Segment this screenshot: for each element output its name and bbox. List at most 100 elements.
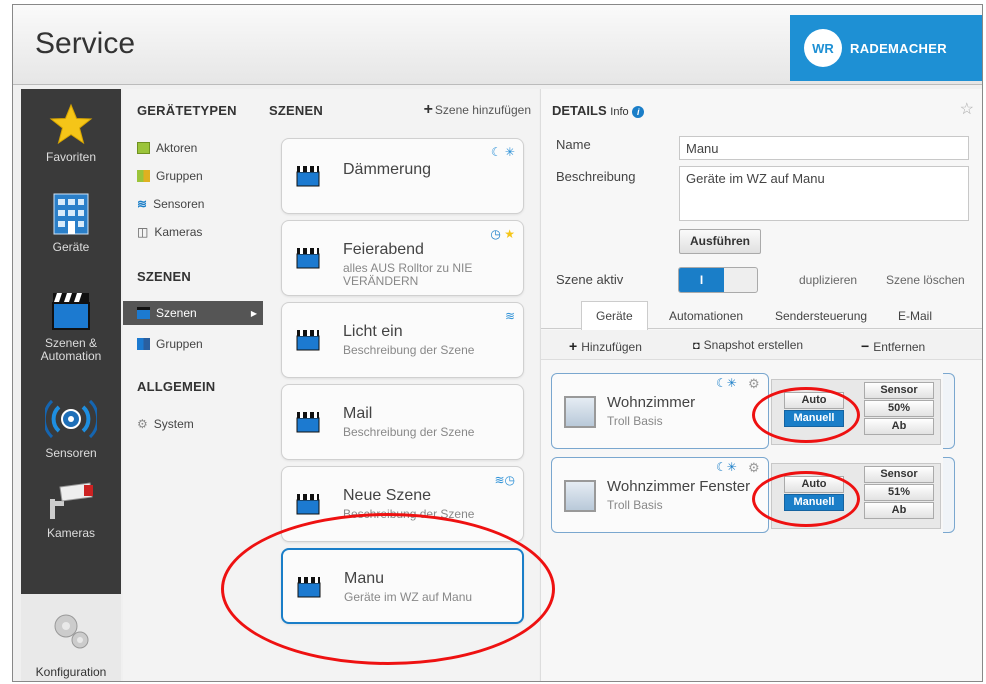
camera-small-icon: ◘ (693, 340, 700, 352)
clapperboard-icon (296, 330, 320, 351)
position-value[interactable]: 51% (864, 484, 934, 501)
add-device-button[interactable]: + Hinzufügen (569, 338, 642, 354)
device-toolbar: + Hinzufügen ◘ Snapshot erstellen − Entfern… (541, 330, 982, 360)
scene-desc: Beschreibung der Szene (343, 425, 475, 439)
sidebar-label: Automation (40, 349, 102, 363)
device-name: Wohnzimmer (607, 394, 696, 411)
info-icon[interactable]: i (632, 106, 645, 118)
desc-label: Beschreibung (556, 169, 636, 184)
direction-button[interactable]: Ab (864, 418, 934, 435)
add-scene-label: Szene hinzufügen (434, 103, 531, 117)
device-card[interactable]: ☾✳ ⚙ Wohnzimmer Fenster Troll Basis (551, 457, 769, 533)
direction-button[interactable]: Ab (864, 502, 934, 519)
delete-scene-link[interactable]: Szene löschen (886, 273, 965, 287)
scene-card[interactable]: ☾ ✳ Dämmerung (281, 138, 524, 214)
clapperboard-icon (52, 293, 90, 330)
tab-automationen[interactable]: Automationen (669, 309, 743, 323)
snapshot-button[interactable]: ◘ Snapshot erstellen (693, 338, 803, 352)
details-title: DETAILS Info i (552, 103, 645, 118)
type-item-sensoren[interactable]: ≋ Sensoren (137, 197, 204, 211)
sidebar-label: Konfiguration (35, 665, 107, 679)
device-name: Wohnzimmer Fenster (607, 478, 751, 495)
gear-icon[interactable]: ⚙ (748, 376, 760, 392)
device-type: Troll Basis (607, 414, 663, 428)
gruppen-icon (137, 170, 150, 182)
type-label: Szenen (156, 306, 197, 320)
scene-card[interactable]: ≋ Licht ein Beschreibung der Szene (281, 302, 524, 378)
clapperboard-icon (296, 412, 320, 433)
logo-mark-icon: WR (804, 29, 842, 67)
minus-icon: − (861, 338, 870, 354)
toggle-on: I (679, 268, 724, 292)
camera-icon (50, 482, 93, 519)
scene-card[interactable]: Mail Beschreibung der Szene (281, 384, 524, 460)
details-panel: DETAILS Info i ☆ Name Manu Beschreibung … (540, 89, 982, 681)
favorite-star-icon[interactable]: ☆ (960, 99, 974, 119)
type-item-system[interactable]: ⚙ System (137, 417, 194, 431)
main-sidebar: Favoriten Geräte Szenen & Automation Sen… (21, 89, 121, 594)
type-item-szenen-gruppen[interactable]: Gruppen (137, 337, 203, 351)
info-label[interactable]: Info (610, 106, 628, 118)
clock-star-icon: ◷ ★ (490, 227, 515, 241)
moon-sun-icon: ☾✳ (716, 460, 737, 474)
shutter-icon (564, 396, 596, 428)
scene-title: Mail (343, 405, 373, 422)
clapperboard-icon (296, 494, 320, 515)
plus-icon: + (569, 338, 578, 354)
name-field[interactable]: Manu (679, 136, 969, 160)
type-item-szenen[interactable]: Szenen ▶ (123, 301, 263, 325)
sidebar-item-konfiguration[interactable]: Konfiguration (21, 594, 121, 681)
sidebar-item-szenen-automation[interactable]: Szenen & Automation (21, 289, 121, 363)
active-label: Szene aktiv (556, 272, 624, 287)
type-label: Sensoren (153, 197, 205, 211)
tab-email[interactable]: E-Mail (898, 309, 932, 323)
duplicate-link[interactable]: duplizieren (799, 273, 857, 287)
add-scene-button[interactable]: + Szene hinzufügen (424, 101, 531, 119)
sidebar-label: Kameras (46, 526, 96, 540)
sidebar-item-favoriten[interactable]: Favoriten (21, 103, 121, 164)
remove-device-button[interactable]: − Entfernen (861, 338, 925, 354)
app-window: Service WR RADEMACHER Favoriten Geräte S… (12, 4, 983, 682)
brand-logo: WR RADEMACHER (790, 15, 982, 81)
window-icon (564, 480, 596, 512)
camera-small-icon: ◫ (137, 225, 149, 239)
scene-desc: alles AUS Rolltor zu NIE VERÄNDERN (343, 261, 473, 288)
section-head: ALLGEMEIN (137, 379, 216, 394)
scene-title: Licht ein (343, 323, 403, 340)
plus-icon: + (423, 101, 433, 118)
sidebar-item-geraete[interactable]: Geräte (21, 193, 121, 254)
section-head: SZENEN (269, 103, 323, 118)
logo-text: RADEMACHER (850, 40, 947, 56)
gear-icon[interactable]: ⚙ (748, 460, 760, 476)
sensor-button[interactable]: Sensor (864, 466, 934, 483)
type-item-gruppen[interactable]: Gruppen (137, 169, 203, 183)
section-head: GERÄTETYPEN (137, 103, 237, 118)
scene-title: Feierabend (343, 241, 424, 258)
section-head: SZENEN (137, 269, 191, 284)
scene-title: Neue Szene (343, 487, 432, 504)
annotation-ring-manual-2 (752, 471, 860, 527)
sensor-icon (45, 399, 97, 439)
name-label: Name (556, 137, 591, 152)
active-toggle[interactable]: I (678, 267, 758, 293)
clapperboard-icon (296, 166, 320, 187)
type-label: Kameras (154, 225, 203, 239)
device-card[interactable]: ☾✳ ⚙ Wohnzimmer Troll Basis (551, 373, 769, 449)
header: Service WR RADEMACHER (13, 5, 982, 85)
desc-field[interactable]: Geräte im WZ auf Manu (679, 166, 969, 221)
moon-icon: ☾ ✳ (490, 145, 515, 159)
scene-card[interactable]: ◷ ★ Feierabend alles AUS Rolltor zu NIE … (281, 220, 524, 296)
position-value[interactable]: 50% (864, 400, 934, 417)
type-item-aktoren[interactable]: Aktoren (137, 141, 197, 155)
tab-sendersteuerung[interactable]: Sendersteuerung (775, 309, 867, 323)
tab-geraete[interactable]: Geräte (581, 301, 648, 330)
run-button[interactable]: Ausführen (679, 229, 761, 254)
sensor-button[interactable]: Sensor (864, 382, 934, 399)
sidebar-item-sensoren[interactable]: Sensoren (21, 397, 121, 460)
type-item-kameras[interactable]: ◫ Kameras (137, 225, 202, 239)
tool-label: Entfernen (873, 340, 926, 354)
wifi-clock-icon: ≋◷ (494, 473, 515, 487)
tool-label: Snapshot erstellen (703, 338, 804, 352)
type-label: System (153, 417, 194, 431)
sidebar-item-kameras[interactable]: Kameras (21, 481, 121, 540)
